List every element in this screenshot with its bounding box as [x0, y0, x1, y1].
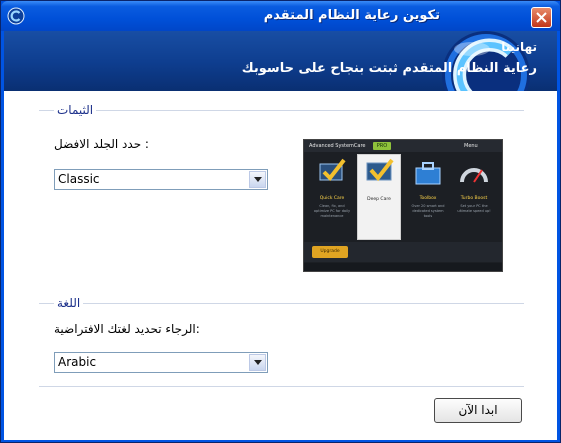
skin-select[interactable]: Classic: [54, 169, 268, 190]
preview-app-title: Advanced SystemCare: [309, 143, 366, 149]
preview-upgrade-button: Upgrade: [312, 246, 348, 258]
preview-card-desc: Over 20 smart and dedicated system tools: [411, 204, 445, 218]
preview-pro-badge: PRO: [373, 142, 391, 150]
monitor-check-icon: [366, 158, 394, 182]
title-bar[interactable]: تكوين رعاية النظام المتقدم: [1, 1, 560, 31]
language-group-divider: [39, 303, 524, 304]
banner-title: تهانينا: [501, 40, 537, 54]
themes-group-divider: [39, 110, 524, 111]
skin-select-dropdown-button[interactable]: [249, 171, 266, 188]
skin-select-label: : حدد الجلد الافضل: [54, 137, 149, 151]
skin-select-value: Classic: [58, 172, 100, 186]
preview-menu: Menu: [464, 143, 478, 149]
preview-card-label: Quick Care: [319, 196, 345, 201]
chevron-down-icon: [254, 360, 262, 365]
preview-card-deep-care: Deep Care: [357, 154, 401, 240]
preview-card-label: Turbo Boost: [460, 196, 488, 201]
language-select[interactable]: Arabic: [54, 352, 268, 373]
preview-card-quick-care: Quick Care Clean, fix, and optimize PC f…: [312, 156, 352, 236]
chevron-down-icon: [254, 177, 262, 182]
preview-card-desc: Clean, fix, and optimize PC for daily ma…: [313, 204, 351, 218]
language-group-label: اللغة: [54, 296, 84, 310]
preview-header: Advanced SystemCare PRO Menu: [304, 140, 502, 152]
speedometer-icon: [460, 168, 488, 183]
language-select-dropdown-button[interactable]: [249, 354, 266, 371]
preview-card-label: Deep Care: [367, 197, 391, 202]
language-select-label: :الرجاء تحديد لغتك الافتراضية: [54, 322, 200, 336]
preview-card-turbo-boost: Turbo Boost Set your PC the ultimate spe…: [454, 156, 494, 236]
close-icon: [536, 12, 547, 23]
language-select-value: Arabic: [58, 355, 97, 369]
preview-card-toolbox: Toolbox Over 20 smart and dedicated syst…: [408, 156, 448, 236]
banner-subtitle: رعاية النظام المتقدم ثبتت بنجاح على حاسو…: [241, 61, 537, 76]
toolbox-icon: [415, 162, 441, 185]
app-icon: [7, 7, 25, 25]
dialog-body: تهانينا رعاية النظام المتقدم ثبتت بنجاح …: [4, 31, 557, 440]
header-banner: تهانينا رعاية النظام المتقدم ثبتت بنجاح …: [4, 31, 557, 91]
close-button[interactable]: [531, 7, 552, 28]
themes-group-label: الثيمات: [54, 103, 97, 117]
skin-preview-image: Advanced SystemCare PRO Menu Quick Care …: [303, 139, 503, 272]
preview-bottom-bar: Upgrade: [304, 242, 502, 262]
preview-card-label: Toolbox: [419, 196, 437, 201]
window-title: تكوين رعاية النظام المتقدم: [263, 8, 440, 23]
preview-status-bar: [304, 263, 502, 271]
setup-window: تكوين رعاية النظام المتقدم تهانينا رعاية…: [0, 0, 561, 443]
preview-card-desc: Set your PC the ultimate speed up!: [457, 204, 491, 213]
monitor-check-icon: [319, 158, 346, 182]
start-now-button[interactable]: ابدا الآن: [434, 398, 522, 423]
footer-divider: [39, 386, 524, 387]
